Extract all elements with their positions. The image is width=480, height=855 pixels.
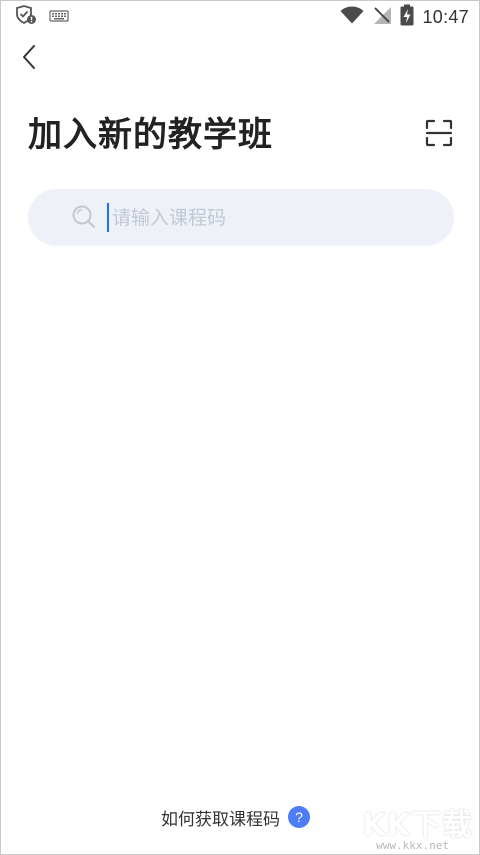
status-time: 10:47 — [422, 6, 469, 27]
battery-charging-icon — [400, 4, 414, 30]
back-button[interactable] — [13, 43, 45, 75]
no-signal-icon — [372, 5, 392, 29]
watermark: KK下载 www.kkx.net — [355, 800, 475, 852]
search-box[interactable] — [28, 189, 454, 246]
watermark-url: www.kkx.net — [376, 839, 449, 852]
status-bar: 10:47 — [1, 1, 479, 33]
scan-button[interactable] — [423, 119, 455, 151]
help-link[interactable]: 如何获取课程码 ? — [161, 804, 310, 830]
scan-icon — [425, 119, 453, 151]
wifi-icon — [340, 6, 364, 28]
text-cursor — [107, 203, 109, 232]
status-right: 10:47 — [340, 4, 469, 30]
keyboard-icon — [49, 8, 69, 27]
status-left — [15, 5, 69, 29]
question-mark-icon: ? — [288, 806, 310, 828]
watermark-logo: KK下载 — [362, 808, 473, 843]
shield-alert-icon — [15, 5, 37, 29]
search-icon — [71, 204, 97, 230]
app-screen: 10:47 加入新的教学班 请输入课程码 如何获取课程码 ? KK下载 www.… — [0, 0, 480, 855]
course-code-input[interactable] — [112, 189, 432, 246]
help-link-label: 如何获取课程码 — [161, 809, 280, 830]
page-title: 加入新的教学班 — [28, 115, 273, 155]
chevron-left-icon — [21, 44, 37, 74]
